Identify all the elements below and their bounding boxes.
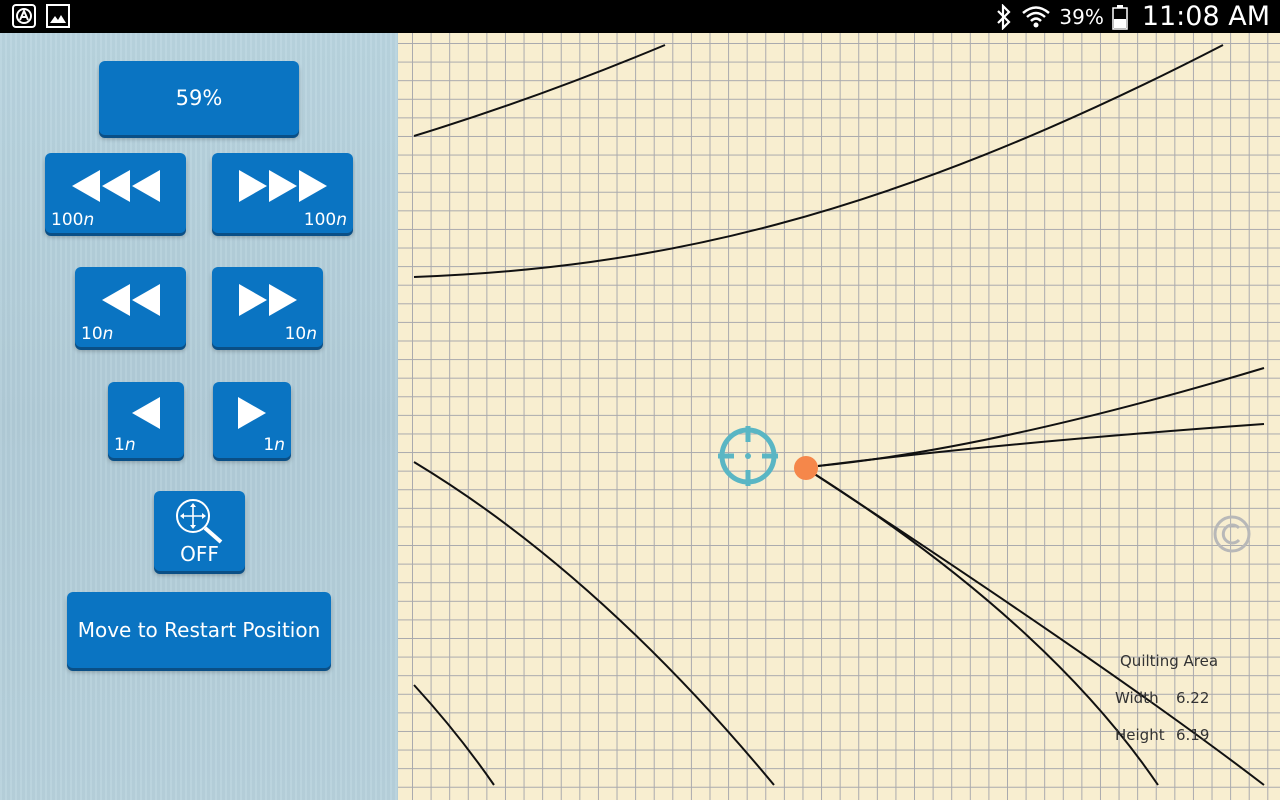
image-notification-icon [46,4,70,28]
stitch-line [413,44,666,137]
triple-rewind-icon [71,170,160,202]
quilting-area-width: Width 6.22 [1115,689,1209,707]
unit-suffix: n [274,435,285,455]
status-bar-system: 39% 11:08 AM [995,0,1270,33]
status-bar-notifications [12,4,70,28]
bluetooth-icon [997,3,1011,30]
width-value: 6.22 [1176,689,1210,707]
move-to-restart-button[interactable]: Move to Restart Position [67,592,331,668]
height-value: 6.19 [1176,726,1210,744]
unit-suffix: n [306,324,317,344]
battery-icon [1112,4,1128,30]
app-notification-icon [12,4,36,28]
triple-forward-icon [238,170,327,202]
quilting-area-height: Height 6.19 [1115,726,1209,744]
speed-label: 59% [175,86,223,110]
needle-position-dot [794,456,818,480]
pan-zoom-toggle-button[interactable]: OFF [154,491,245,571]
double-rewind-icon [101,284,160,316]
double-forward-icon [238,284,297,316]
forward-100-button[interactable]: 100n [212,153,353,233]
rewind-1-button[interactable]: 1n [108,382,184,458]
zoom-state-label: OFF [180,542,219,566]
height-label: Height [1115,726,1165,744]
copyright-icon [1213,515,1251,553]
clock: 11:08 AM [1141,1,1270,32]
rewind-100-label: 100 [51,210,84,230]
stitch-line [413,461,775,786]
single-rewind-icon [132,397,160,429]
rewind-100-button[interactable]: 100n [45,153,186,233]
unit-suffix: n [83,210,95,230]
unit-suffix: n [336,210,347,230]
unit-suffix: n [124,435,136,455]
stitch-line [817,367,1265,467]
forward-10-button[interactable]: 10n [212,267,323,347]
forward-10-label: 10 [284,324,307,344]
pan-zoom-icon [175,499,222,544]
forward-100-label: 100 [303,210,337,230]
forward-1-button[interactable]: 1n [213,382,291,458]
status-bar: 39% 11:08 AM [0,0,1280,33]
stitch-pattern [413,44,1265,786]
speed-button[interactable]: 59% [99,61,299,135]
battery-percent: 39% [1059,4,1104,29]
stitch-line [413,44,1224,278]
restart-label: Move to Restart Position [77,618,321,642]
quilting-canvas[interactable]: Quilting Area Width 6.22 Height 6.19 [398,33,1280,800]
rewind-10-button[interactable]: 10n [75,267,186,347]
wifi-icon [1022,5,1051,27]
rewind-1-label: 1 [114,435,125,455]
control-panel: 59% 100n 100n 10n 10n 1n 1n OFF Move to … [0,33,398,800]
stitch-line [817,423,1265,467]
crosshair-icon [718,426,778,486]
single-forward-icon [238,397,266,429]
stitch-line [413,684,495,786]
width-label: Width [1115,689,1159,707]
stitch-line [812,472,1159,786]
forward-1-label: 1 [263,435,275,455]
rewind-10-label: 10 [81,324,103,344]
unit-suffix: n [102,324,114,344]
quilting-area-title: Quilting Area [1120,652,1219,670]
